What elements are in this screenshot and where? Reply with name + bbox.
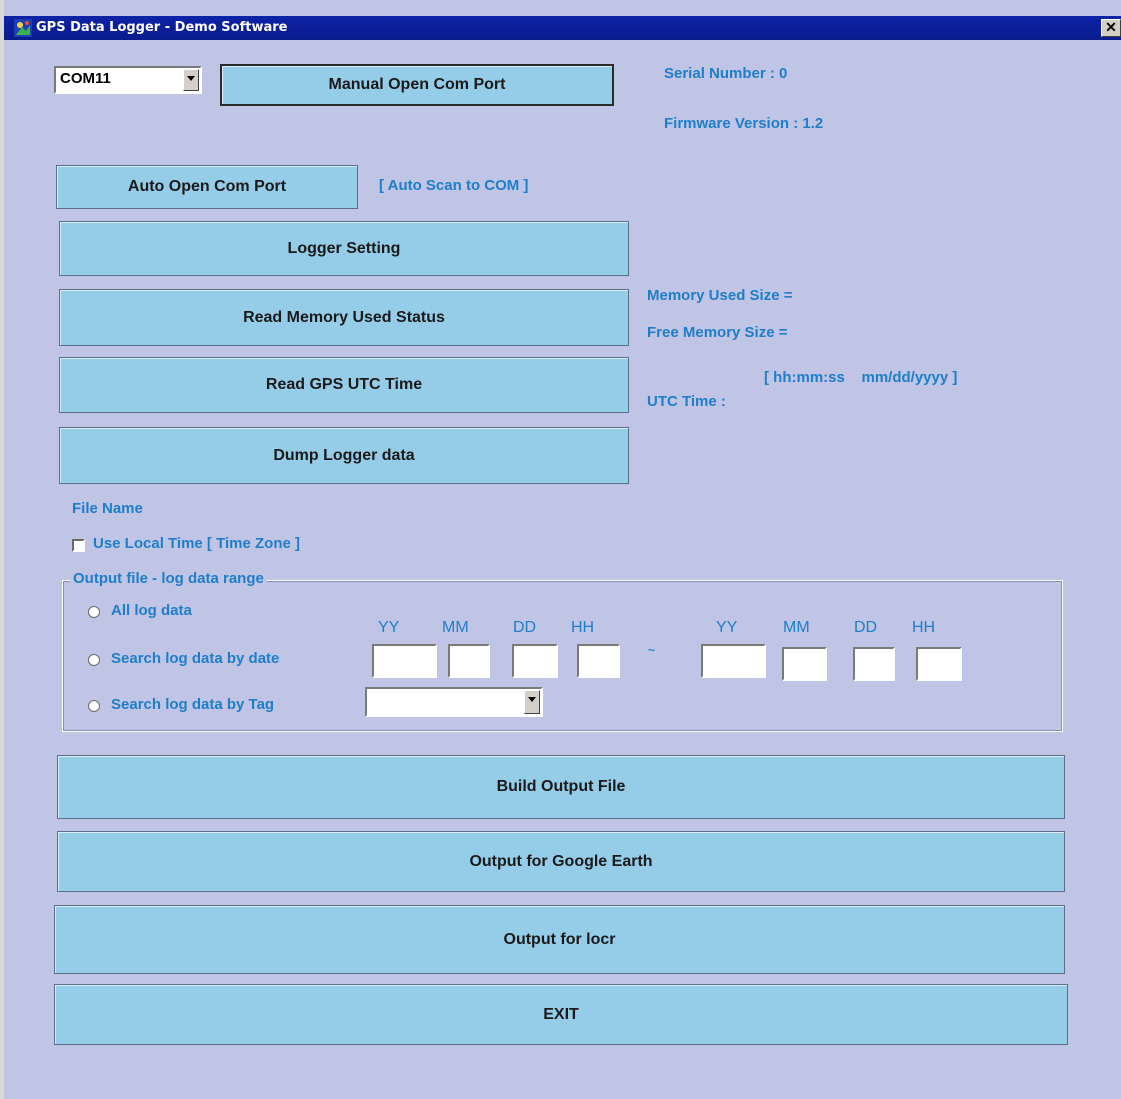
search-by-tag-label: Search log data by Tag xyxy=(111,696,275,713)
close-button[interactable]: ✕ xyxy=(1101,19,1121,37)
exit-label: EXIT xyxy=(543,1005,579,1023)
start-dd-input[interactable] xyxy=(512,644,558,678)
search-by-tag-radio[interactable] xyxy=(88,700,100,712)
read-memory-used-status-button[interactable]: Read Memory Used Status xyxy=(59,289,629,346)
end-mm-input[interactable] xyxy=(782,647,827,681)
range-separator: ~ xyxy=(648,643,656,657)
start-mm-input[interactable] xyxy=(448,644,490,678)
all-log-data-radio[interactable] xyxy=(88,606,100,618)
all-log-data-label: All log data xyxy=(111,602,192,619)
free-memory-size-label: Free Memory Size = xyxy=(647,324,788,341)
serial-number-label: Serial Number : 0 xyxy=(664,65,788,82)
read-memory-label: Read Memory Used Status xyxy=(243,308,445,326)
end-yy-header: YY xyxy=(716,619,738,636)
file-name-label: File Name xyxy=(72,500,143,517)
app-window: GPS Data Logger - Demo Software ✕ COM11 … xyxy=(0,0,1121,1099)
end-dd-input[interactable] xyxy=(853,647,895,681)
start-mm-header: MM xyxy=(442,619,469,636)
start-yy-header: YY xyxy=(378,619,400,636)
end-hh-header: HH xyxy=(912,619,936,636)
start-hh-header: HH xyxy=(571,619,595,636)
utc-format-hint: [ hh:mm:ss mm/dd/yyyy ] xyxy=(764,369,958,386)
log-data-range-legend: Output file - log data range xyxy=(70,570,267,587)
manual-open-com-port-button[interactable]: Manual Open Com Port xyxy=(220,64,614,106)
memory-used-size-label: Memory Used Size = xyxy=(647,287,793,304)
logger-setting-label: Logger Setting xyxy=(287,239,401,257)
firmware-version-label: Firmware Version : 1.2 xyxy=(664,115,824,132)
read-gps-utc-time-button[interactable]: Read GPS UTC Time xyxy=(59,357,629,413)
start-hh-input[interactable] xyxy=(577,644,620,678)
use-local-time-label: Use Local Time [ Time Zone ] xyxy=(93,535,300,552)
end-yy-input[interactable] xyxy=(701,644,766,678)
output-google-earth-button[interactable]: Output for Google Earth xyxy=(57,831,1065,892)
search-by-date-label: Search log data by date xyxy=(111,650,280,667)
start-dd-header: DD xyxy=(513,619,537,636)
exit-button[interactable]: EXIT xyxy=(54,984,1068,1045)
auto-open-com-port-label: Auto Open Com Port xyxy=(127,178,287,195)
window-title: GPS Data Logger - Demo Software xyxy=(36,20,288,35)
search-by-date-radio[interactable] xyxy=(88,654,100,666)
tag-select[interactable] xyxy=(365,687,543,717)
build-output-label: Build Output File xyxy=(496,778,626,795)
com-port-value: COM11 xyxy=(60,70,111,87)
chevron-down-icon[interactable] xyxy=(524,690,540,714)
title-bar[interactable]: GPS Data Logger - Demo Software ✕ xyxy=(4,16,1121,40)
utc-time-label: UTC Time : xyxy=(647,393,726,410)
app-icon xyxy=(14,19,32,37)
end-mm-header: MM xyxy=(783,619,810,636)
logger-setting-button[interactable]: Logger Setting xyxy=(59,221,629,276)
dump-logger-data-button[interactable]: Dump Logger data xyxy=(59,427,629,484)
auto-scan-hint: [ Auto Scan to COM ] xyxy=(379,177,529,194)
dump-label: Dump Logger data xyxy=(273,446,415,464)
use-local-time-checkbox[interactable] xyxy=(72,539,85,552)
close-icon: ✕ xyxy=(1105,19,1117,35)
read-utc-label: Read GPS UTC Time xyxy=(265,376,423,393)
chevron-down-icon[interactable] xyxy=(183,69,199,91)
build-output-file-button[interactable]: Build Output File xyxy=(57,755,1065,819)
end-dd-header: DD xyxy=(854,619,878,636)
output-locr-button[interactable]: Output for locr xyxy=(54,905,1065,974)
google-earth-label: Output for Google Earth xyxy=(469,852,653,870)
locr-label: Output for locr xyxy=(503,930,616,948)
auto-open-com-port-button[interactable]: Auto Open Com Port xyxy=(56,165,358,209)
manual-open-com-port-label: Manual Open Com Port xyxy=(328,76,506,93)
com-port-select[interactable]: COM11 xyxy=(54,66,202,94)
start-yy-input[interactable] xyxy=(372,644,437,678)
end-hh-input[interactable] xyxy=(916,647,962,681)
